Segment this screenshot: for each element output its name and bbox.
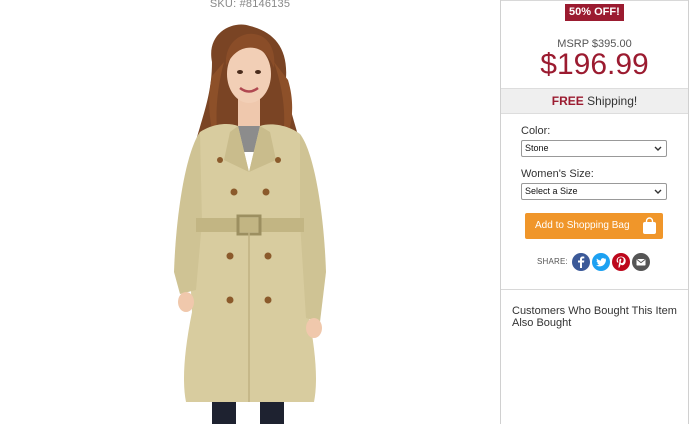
shipping-label: Shipping! (587, 94, 638, 108)
product-image[interactable] (150, 22, 350, 424)
panel-divider (501, 289, 688, 290)
add-to-bag-label: Add to Shopping Bag (535, 220, 630, 231)
purchase-panel: 50% OFF! MSRP $395.00 $196.99 FREE Shipp… (500, 0, 689, 424)
facebook-icon[interactable] (572, 253, 590, 271)
color-select-value: Stone (525, 143, 549, 153)
chevron-down-icon (654, 146, 662, 151)
size-select-value: Select a Size (525, 186, 578, 196)
size-label: Women's Size: (521, 168, 594, 180)
product-page: SKU: #8146135 50% OFF! MSRP $395.00 $196… (0, 0, 690, 424)
color-label: Color: (521, 125, 551, 137)
color-select[interactable]: Stone (521, 140, 667, 157)
pinterest-icon[interactable] (612, 253, 630, 271)
free-shipping-banner: FREE Shipping! (501, 88, 688, 114)
product-sku: SKU: #8146135 (209, 0, 291, 10)
email-icon[interactable] (632, 253, 650, 271)
free-shipping-label: FREE (551, 94, 584, 108)
discount-badge: 50% OFF! (565, 4, 624, 21)
size-select[interactable]: Select a Size (521, 183, 667, 200)
also-bought-heading: Customers Who Bought This Item Also Boug… (512, 305, 677, 329)
panel-top-divider (501, 0, 688, 1)
share-label: SHARE: (537, 257, 568, 266)
twitter-icon[interactable] (592, 253, 610, 271)
chevron-down-icon (654, 189, 662, 194)
add-to-bag-button[interactable]: Add to Shopping Bag (525, 213, 663, 239)
sale-price: $196.99 (540, 48, 649, 81)
shopping-bag-icon (643, 217, 656, 234)
